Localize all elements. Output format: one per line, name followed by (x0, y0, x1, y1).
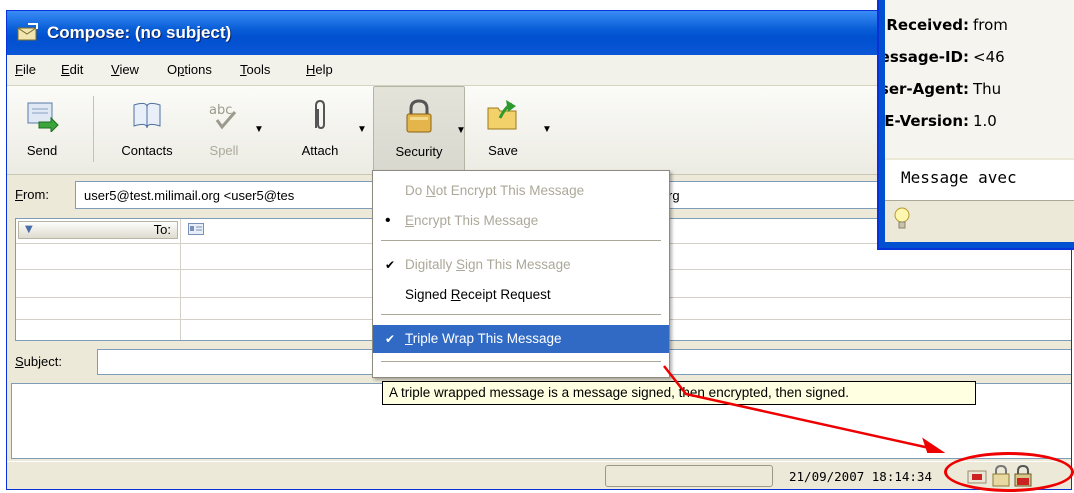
annotation-arrow (663, 365, 946, 453)
annotation-highlight-circle (944, 452, 1074, 492)
